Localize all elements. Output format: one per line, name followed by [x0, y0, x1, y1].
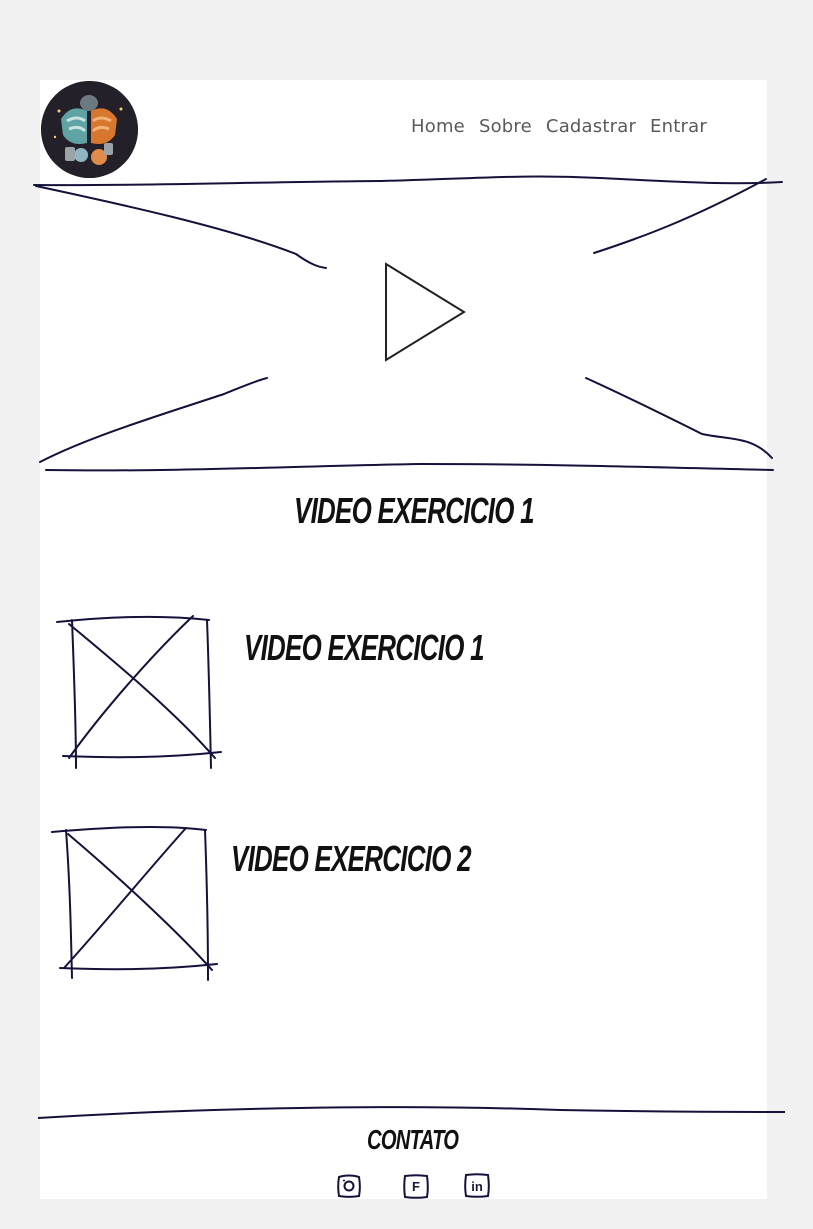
nav-home[interactable]: Home — [411, 116, 465, 137]
instagram-icon — [337, 1174, 361, 1198]
nav-entrar[interactable]: Entrar — [650, 116, 707, 137]
facebook-link[interactable]: F — [402, 1172, 430, 1200]
video-thumbnail-1[interactable] — [55, 612, 225, 772]
image-placeholder-icon — [51, 825, 218, 981]
bodybuilder-logo-icon — [41, 81, 138, 178]
facebook-glyph: F — [412, 1178, 420, 1194]
linkedin-glyph: in — [471, 1178, 483, 1194]
nav-sobre[interactable]: Sobre — [479, 116, 532, 137]
hero-title: VIDEO EXERCICIO 1 — [294, 490, 535, 531]
logo-image[interactable] — [41, 81, 138, 178]
instagram-link[interactable] — [335, 1172, 363, 1200]
video-thumbnail-2[interactable] — [50, 824, 220, 984]
play-button[interactable] — [382, 262, 468, 362]
video-title-1[interactable]: VIDEO EXERCICIO 1 — [244, 627, 485, 669]
play-icon — [385, 262, 466, 362]
main-nav: Home Sobre Cadastrar Entrar — [411, 116, 707, 137]
image-placeholder-icon — [56, 615, 222, 769]
linkedin-link[interactable]: in — [463, 1172, 491, 1200]
nav-cadastrar[interactable]: Cadastrar — [546, 116, 636, 137]
footer-title: CONTATO — [367, 1124, 459, 1155]
video-title-2[interactable]: VIDEO EXERCICIO 2 — [231, 838, 472, 880]
